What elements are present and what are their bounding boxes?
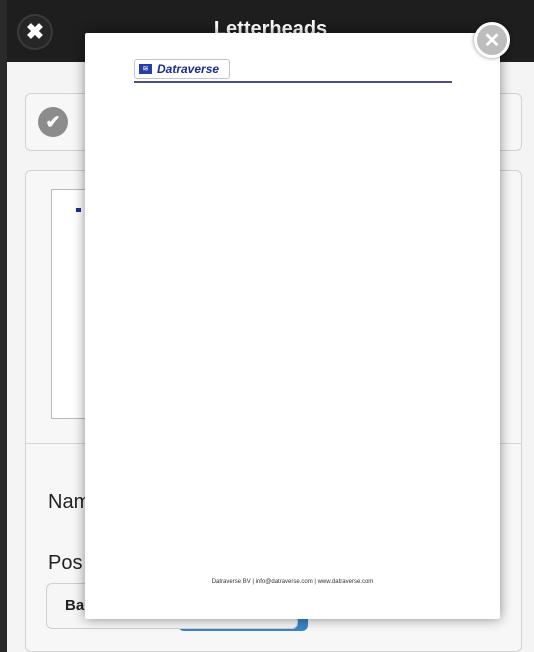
thumbnail-logo-mark <box>76 208 81 212</box>
waves-icon: ≋ <box>139 64 152 74</box>
letterhead-preview-popup: ≋ Datraverse Datraverse BV | info@datrav… <box>85 33 500 619</box>
position-select-value: Ba <box>65 597 85 614</box>
name-label: Nam <box>48 491 91 513</box>
popup-close-button[interactable]: ✕ <box>474 22 510 58</box>
position-label: Pos <box>48 552 83 574</box>
logo-text: Datraverse <box>157 62 220 76</box>
header-rule <box>134 81 452 83</box>
letterhead-footer: Datraverse BV | info@datraverse.com | ww… <box>211 579 374 585</box>
close-icon: ✕ <box>483 29 501 52</box>
checkmark-icon: ✔ <box>38 107 68 137</box>
window-border <box>0 0 7 652</box>
datraverse-logo: ≋ Datraverse <box>134 59 230 79</box>
